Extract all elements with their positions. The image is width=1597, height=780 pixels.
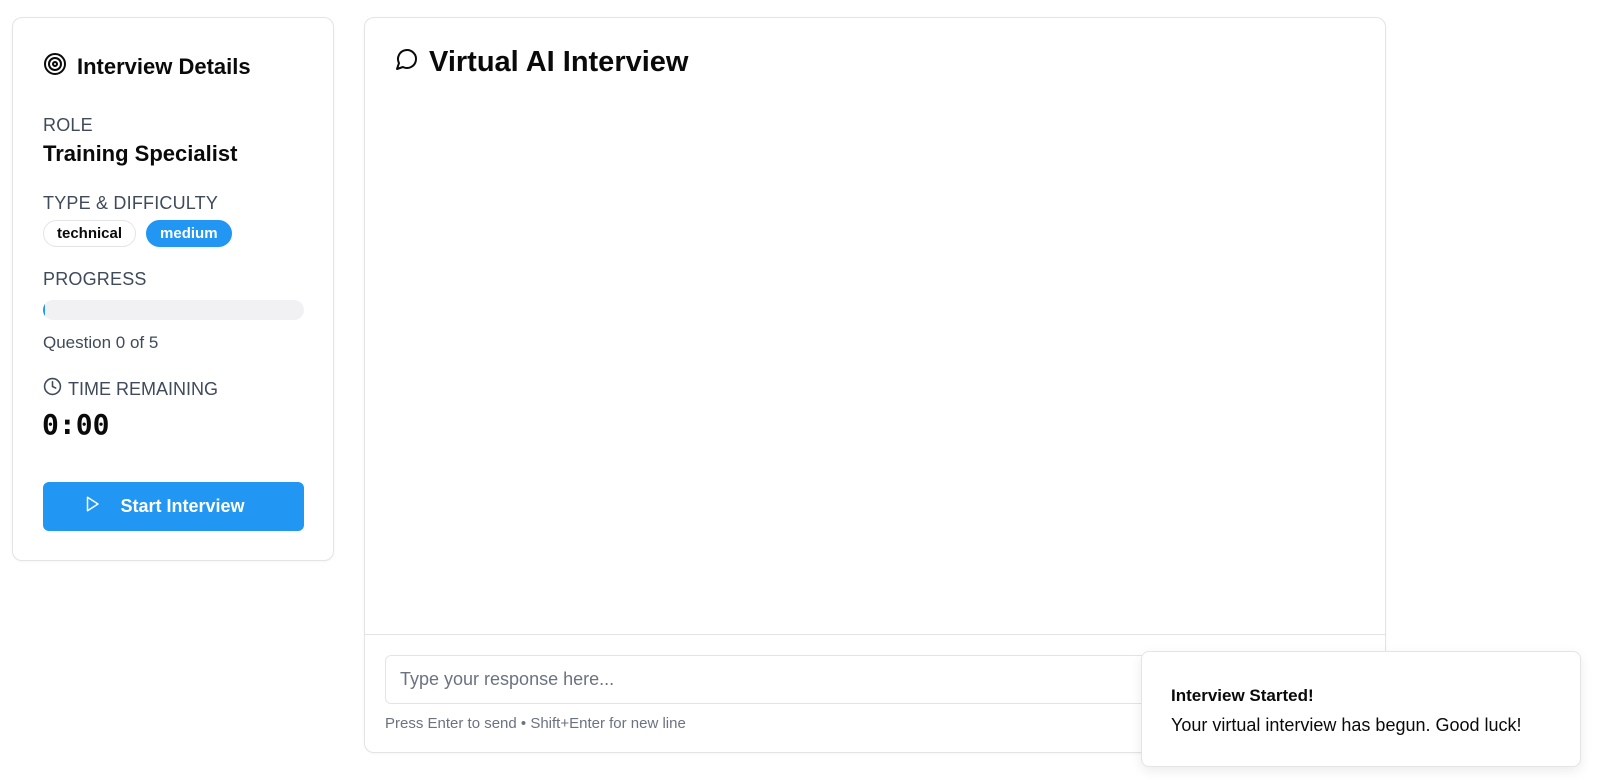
toast-message: Your virtual interview has begun. Good l… (1171, 715, 1522, 735)
start-interview-label: Start Interview (120, 496, 245, 516)
details-heading: Interview Details (43, 52, 251, 82)
toast-title: Interview Started! (1171, 686, 1314, 705)
role-label: ROLE (43, 115, 93, 135)
type-difficulty-label: TYPE & DIFFICULTY (43, 193, 219, 213)
target-icon (43, 52, 67, 82)
clock-icon (43, 377, 62, 401)
message-circle-icon (395, 46, 419, 79)
time-remaining-heading: TIME REMAINING (43, 377, 218, 401)
page: Interview Details ROLE Training Speciali… (0, 0, 1597, 780)
input-hint: Press Enter to send • Shift+Enter for ne… (385, 715, 686, 732)
progress-bar-fill (43, 300, 45, 320)
chat-title: Virtual AI Interview (429, 46, 689, 78)
chat-heading: Virtual AI Interview (395, 46, 688, 79)
start-interview-button[interactable]: Start Interview (43, 482, 304, 531)
badge-group: technical medium (43, 220, 232, 247)
details-title: Interview Details (77, 54, 251, 79)
difficulty-badge: medium (146, 220, 232, 247)
interview-details-card: Interview Details ROLE Training Speciali… (12, 17, 334, 561)
progress-bar (43, 300, 304, 320)
chat-message-area[interactable] (365, 108, 1385, 634)
type-badge: technical (43, 220, 137, 247)
timer-value: 0:00 (42, 408, 110, 441)
interview-chat-card: Virtual AI Interview Press Enter to send… (364, 17, 1386, 753)
role-value: Training Specialist (43, 141, 238, 166)
time-remaining-label: TIME REMAINING (68, 378, 219, 399)
chat-divider (365, 634, 1385, 635)
toast-notification[interactable]: Interview Started! Your virtual intervie… (1141, 651, 1581, 767)
question-count: Question 0 of 5 (43, 333, 159, 352)
progress-label: PROGRESS (43, 269, 147, 289)
